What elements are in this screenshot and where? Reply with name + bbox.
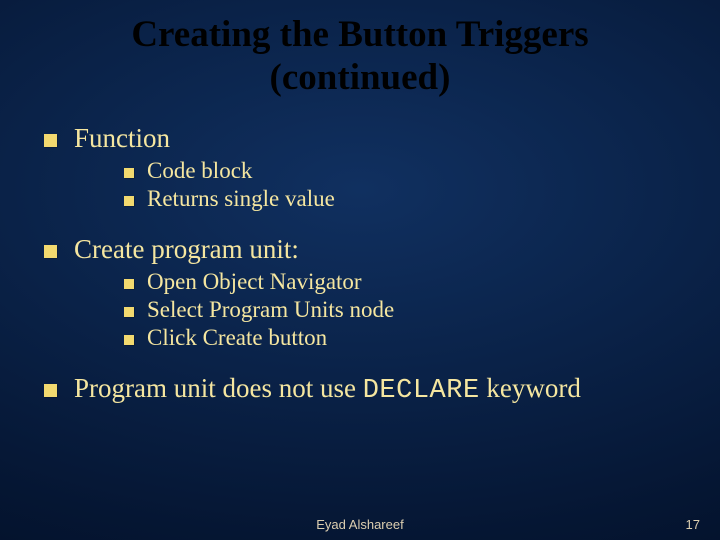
square-bullet-icon (44, 245, 57, 258)
square-bullet-icon (124, 307, 134, 317)
text-post: keyword (480, 373, 581, 403)
footer-author: Eyad Alshareef (0, 517, 720, 532)
sub-bullet-label: Open Object Navigator (147, 269, 362, 295)
slide-content: Function Code block Returns single value… (0, 99, 720, 406)
square-bullet-icon (124, 168, 134, 178)
bullet-declare-note: Program unit does not use DECLARE keywor… (44, 373, 720, 406)
square-bullet-icon (44, 384, 57, 397)
bullet-create-program-unit: Create program unit: (44, 234, 720, 265)
title-line-2: (continued) (0, 57, 720, 100)
sub-list-create: Open Object Navigator Select Program Uni… (44, 265, 720, 357)
bullet-label: Program unit does not use DECLARE keywor… (74, 373, 581, 406)
slide-title: Creating the Button Triggers (continued) (0, 0, 720, 99)
sub-bullet-select-node: Select Program Units node (124, 297, 720, 323)
sub-bullet-label: Click Create button (147, 325, 327, 351)
sub-list-function: Code block Returns single value (44, 154, 720, 218)
square-bullet-icon (124, 279, 134, 289)
sub-bullet-open-navigator: Open Object Navigator (124, 269, 720, 295)
sub-bullet-returns: Returns single value (124, 186, 720, 212)
sub-bullet-click-create: Click Create button (124, 325, 720, 351)
square-bullet-icon (44, 134, 57, 147)
sub-bullet-label: Returns single value (147, 186, 335, 212)
footer-page-number: 17 (686, 517, 700, 532)
square-bullet-icon (124, 335, 134, 345)
bullet-label: Function (74, 123, 170, 154)
code-keyword: DECLARE (363, 376, 480, 406)
bullet-label: Create program unit: (74, 234, 299, 265)
title-line-1: Creating the Button Triggers (0, 14, 720, 57)
square-bullet-icon (124, 196, 134, 206)
sub-bullet-label: Select Program Units node (147, 297, 394, 323)
sub-bullet-code-block: Code block (124, 158, 720, 184)
text-pre: Program unit does not use (74, 373, 363, 403)
sub-bullet-label: Code block (147, 158, 252, 184)
bullet-function: Function (44, 123, 720, 154)
